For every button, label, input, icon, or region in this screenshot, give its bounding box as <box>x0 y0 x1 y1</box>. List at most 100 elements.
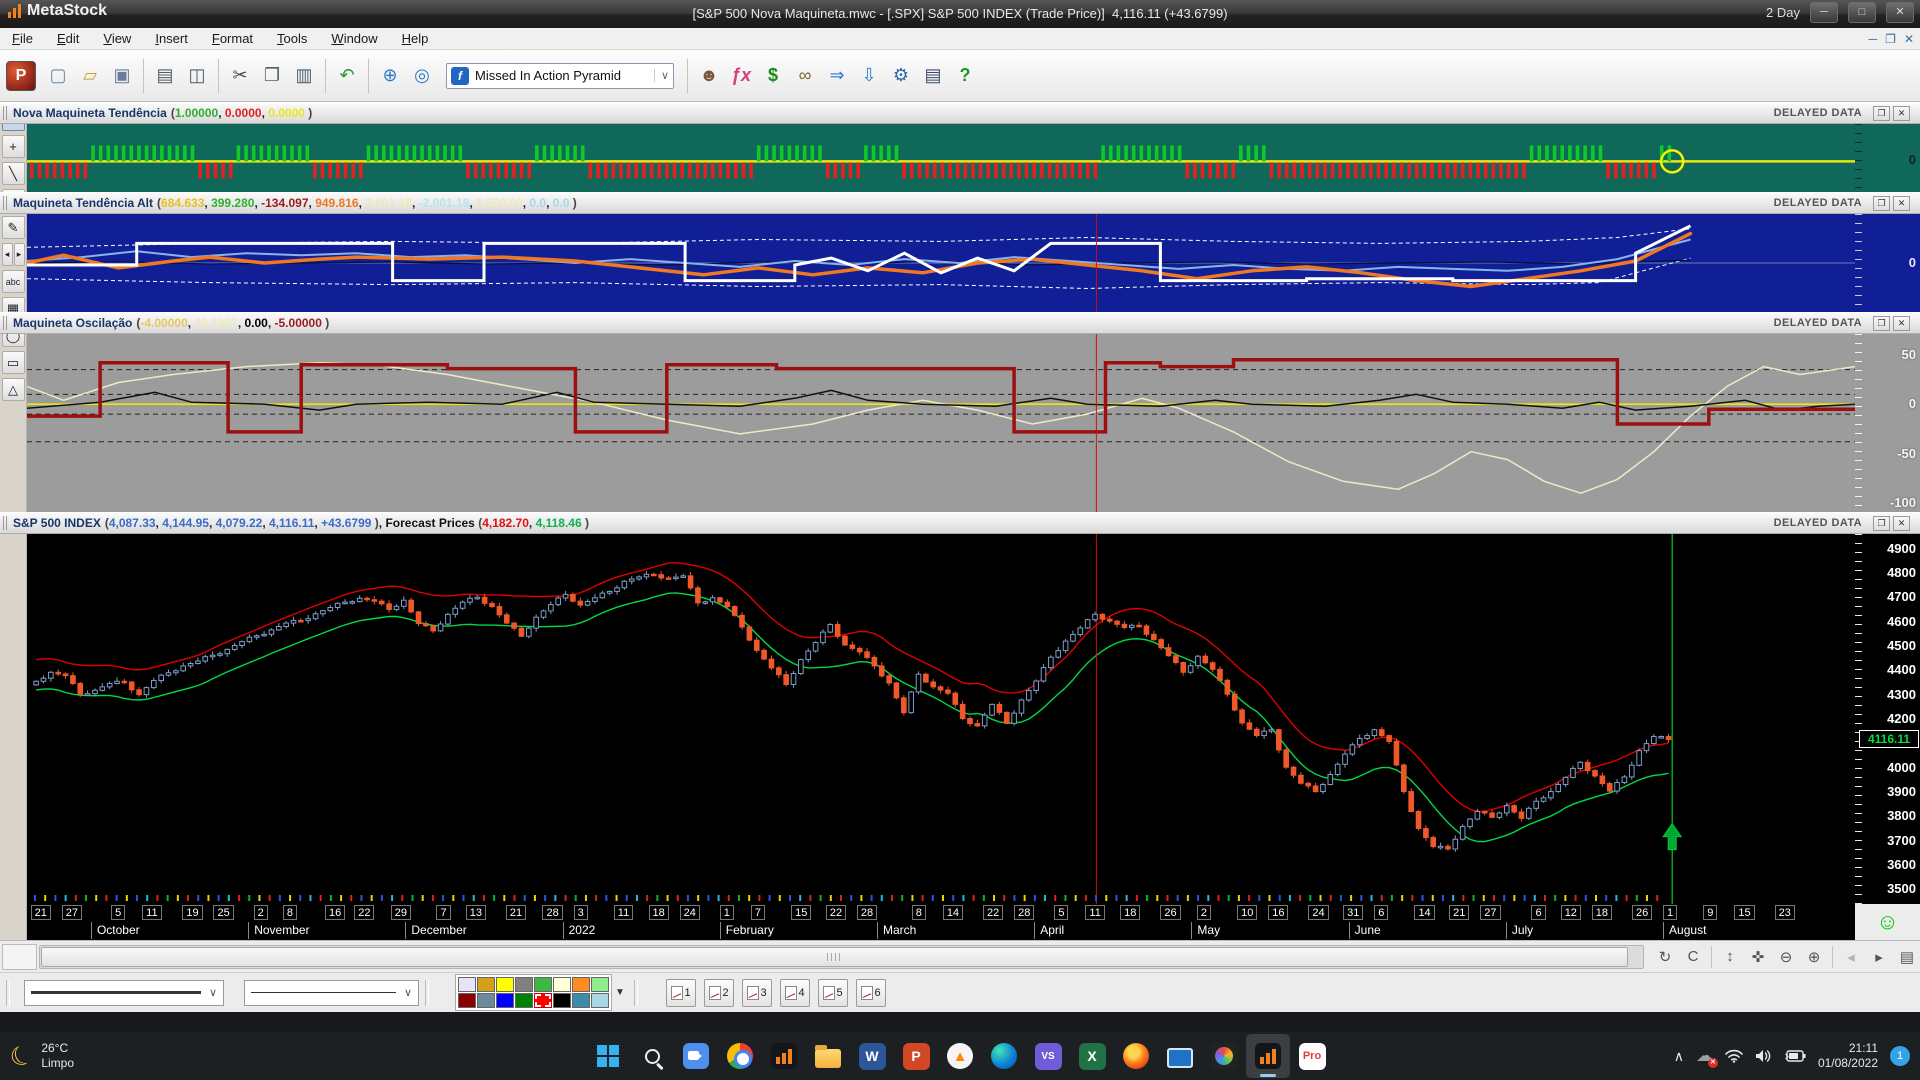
volume-icon[interactable] <box>1755 1049 1772 1063</box>
panel-grip[interactable] <box>3 196 7 210</box>
copy-icon[interactable]: ❐ <box>256 59 288 93</box>
taskbar-clock[interactable]: 21:11 01/08/2022 <box>1818 1041 1878 1071</box>
template-button-2[interactable]: 2 <box>704 979 734 1007</box>
system-tester-icon[interactable]: ⚙ <box>885 59 917 93</box>
taskbar-search-icon[interactable] <box>630 1034 674 1078</box>
taskbar-chat-icon[interactable] <box>674 1034 718 1078</box>
fit-vertical-icon[interactable]: ↕ <box>1717 945 1743 969</box>
menu-insert[interactable]: Insert <box>143 28 200 50</box>
context-help-icon[interactable]: ? <box>949 59 981 93</box>
palette-dropdown-icon[interactable]: ▼ <box>612 976 628 1010</box>
zoom-out-icon[interactable]: ⊖ <box>1773 945 1799 969</box>
close-button[interactable]: ✕ <box>1886 2 1914 23</box>
next-icon[interactable]: ▸ <box>1866 945 1892 969</box>
panel-close-button[interactable]: ✕ <box>1893 516 1910 531</box>
taskbar-firefox-icon[interactable] <box>1114 1034 1158 1078</box>
panel-restore-button[interactable]: ❐ <box>1873 316 1890 331</box>
scroll-right-icon[interactable]: ▸ <box>14 243 25 266</box>
panel-close-button[interactable]: ✕ <box>1893 196 1910 211</box>
menu-tools[interactable]: Tools <box>265 28 319 50</box>
color-swatch[interactable] <box>477 993 495 1008</box>
print-icon[interactable]: ▤ <box>149 59 181 93</box>
new-chart-icon[interactable]: ▢ <box>42 59 74 93</box>
tool-pencil[interactable]: ✎ <box>2 216 25 239</box>
panel-close-button[interactable]: ✕ <box>1893 106 1910 121</box>
refresh-icon[interactable]: ↻ <box>1652 945 1678 969</box>
template-button-1[interactable]: 1 <box>666 979 696 1007</box>
price-plot[interactable] <box>27 534 1855 904</box>
panel-tendencia-alt-chart[interactable]: 0 <box>27 214 1920 312</box>
menu-edit[interactable]: Edit <box>45 28 91 50</box>
line-style-select[interactable]: ∨ <box>24 980 224 1006</box>
crosshair-pointer-icon[interactable]: ⊕ <box>374 59 406 93</box>
color-swatch[interactable] <box>572 977 590 992</box>
color-swatch[interactable] <box>458 977 476 992</box>
taskbar-excel-icon[interactable]: X <box>1070 1034 1114 1078</box>
color-swatch[interactable] <box>553 993 571 1008</box>
tray-chevron-icon[interactable]: ∧ <box>1674 1048 1684 1065</box>
horizontal-scrollbar[interactable] <box>39 945 1644 969</box>
save-icon[interactable]: ▣ <box>106 59 138 93</box>
taskbar-charts-app-icon[interactable] <box>762 1034 806 1078</box>
metastock-app-icon[interactable]: P <box>6 61 36 91</box>
minimize-button[interactable]: ─ <box>1810 2 1838 23</box>
tendencia-alt-plot[interactable] <box>27 214 1855 312</box>
panel-header-price[interactable]: S&P 500 INDEX (4,087.33, 4,144.95, 4,079… <box>0 512 1920 534</box>
panel-header-tendencia[interactable]: Nova Maquineta Tendência (1.00000, 0.000… <box>0 102 1920 124</box>
toolbar-grip[interactable] <box>634 980 638 1006</box>
taskbar-visual-studio-icon[interactable]: VS <box>1026 1034 1070 1078</box>
indicator-builder-icon[interactable]: ƒx <box>725 59 757 93</box>
taskbar-start-icon[interactable] <box>586 1034 630 1078</box>
report-preview-icon[interactable]: ▤ <box>917 59 949 93</box>
menu-file[interactable]: File <box>0 28 45 50</box>
color-swatch[interactable] <box>572 993 590 1008</box>
child-close-icon[interactable]: ✕ <box>1904 32 1914 46</box>
color-swatch[interactable] <box>496 977 514 992</box>
panel-restore-button[interactable]: ❐ <box>1873 516 1890 531</box>
wifi-icon[interactable] <box>1725 1049 1743 1063</box>
panel-price-chart[interactable]: 4116.11 49004800470046004500440043004200… <box>27 534 1920 904</box>
explorer-binoculars-icon[interactable]: ∞ <box>789 59 821 93</box>
template-button-3[interactable]: 3 <box>742 979 772 1007</box>
layout-menu-icon[interactable]: ▤ <box>1894 945 1920 969</box>
panel-restore-button[interactable]: ❐ <box>1873 196 1890 211</box>
menu-format[interactable]: Format <box>200 28 265 50</box>
menu-view[interactable]: View <box>91 28 143 50</box>
panel-header-oscilacao[interactable]: Maquineta Oscilação (-4.00000, 38.1987, … <box>0 312 1920 334</box>
color-swatch[interactable] <box>553 977 571 992</box>
template-button-4[interactable]: 4 <box>780 979 810 1007</box>
tendencia-plot[interactable] <box>27 124 1855 192</box>
taskbar-edge-icon[interactable] <box>982 1034 1026 1078</box>
taskbar-pro-icon[interactable]: Pro <box>1290 1034 1334 1078</box>
scrollbar-thumb[interactable] <box>41 947 1628 967</box>
oscilacao-plot[interactable] <box>27 334 1855 512</box>
menu-help[interactable]: Help <box>390 28 441 50</box>
taskbar-monitor-app-icon[interactable] <box>1158 1034 1202 1078</box>
toolbar-grip[interactable] <box>6 980 10 1006</box>
forecaster-arrow-icon[interactable]: ⇒ <box>821 59 853 93</box>
panel-grip[interactable] <box>3 106 7 120</box>
tool-trendline[interactable]: ╲ <box>2 162 25 185</box>
open-file-icon[interactable]: ▱ <box>74 59 106 93</box>
layout-selector-combobox[interactable]: fMissed In Action Pyramid∨ <box>446 63 674 89</box>
taskbar-vlc-icon[interactable]: ▲ <box>938 1034 982 1078</box>
notification-badge[interactable]: 1 <box>1890 1046 1910 1066</box>
undo-icon[interactable]: ↶ <box>331 59 363 93</box>
tool-rectangle[interactable]: ▭ <box>2 351 25 374</box>
color-swatch[interactable] <box>477 977 495 992</box>
panel-tendencia-chart[interactable]: 0 <box>27 124 1920 192</box>
battery-icon[interactable] <box>1784 1050 1806 1063</box>
template-button-6[interactable]: 6 <box>856 979 886 1007</box>
taskbar-powerpoint-icon[interactable]: P <box>894 1034 938 1078</box>
quotes-dollar-icon[interactable]: $ <box>757 59 789 93</box>
downloader-icon[interactable]: ⇩ <box>853 59 885 93</box>
taskbar-photos-icon[interactable] <box>1202 1034 1246 1078</box>
cut-icon[interactable]: ✂ <box>224 59 256 93</box>
panel-close-button[interactable]: ✕ <box>1893 316 1910 331</box>
taskbar-chrome-icon[interactable] <box>718 1034 762 1078</box>
color-swatch[interactable] <box>591 993 609 1008</box>
template-button-5[interactable]: 5 <box>818 979 848 1007</box>
menu-window[interactable]: Window <box>319 28 389 50</box>
tool-triangle[interactable]: △ <box>2 378 25 401</box>
panel-grip[interactable] <box>3 316 7 330</box>
